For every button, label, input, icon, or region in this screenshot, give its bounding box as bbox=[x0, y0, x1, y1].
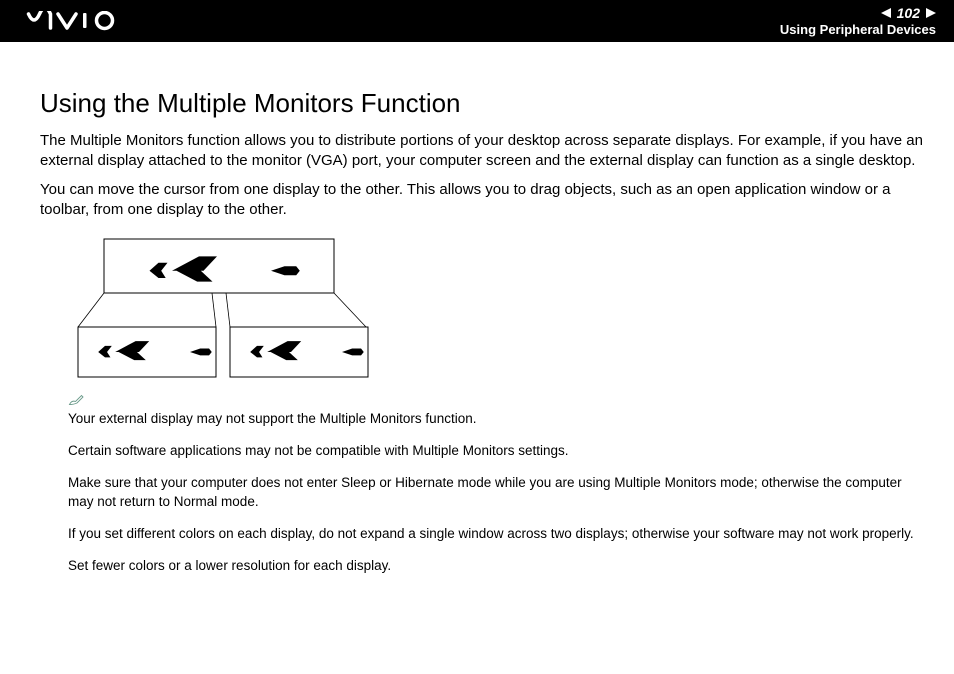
note-3: Make sure that your computer does not en… bbox=[68, 474, 924, 510]
page-title: Using the Multiple Monitors Function bbox=[40, 88, 924, 119]
paragraph-2: You can move the cursor from one display… bbox=[40, 180, 924, 219]
page-content: Using the Multiple Monitors Function The… bbox=[0, 42, 954, 575]
note-2: Certain software applications may not be… bbox=[68, 442, 924, 460]
page-navigation: 102 bbox=[881, 6, 936, 20]
prev-page-arrow-icon[interactable] bbox=[881, 8, 891, 18]
note-1: Your external display may not support th… bbox=[68, 410, 924, 428]
paragraph-1: The Multiple Monitors function allows yo… bbox=[40, 131, 924, 170]
vaio-logo bbox=[22, 11, 132, 31]
header-bar: 102 Using Peripheral Devices bbox=[0, 0, 954, 42]
multi-monitor-diagram bbox=[66, 233, 386, 383]
page-number: 102 bbox=[897, 6, 920, 20]
next-page-arrow-icon[interactable] bbox=[926, 8, 936, 18]
note-5: Set fewer colors or a lower resolution f… bbox=[68, 557, 924, 575]
note-4: If you set different colors on each disp… bbox=[68, 525, 924, 543]
header-right: 102 Using Peripheral Devices bbox=[780, 0, 936, 42]
section-title: Using Peripheral Devices bbox=[780, 22, 936, 37]
